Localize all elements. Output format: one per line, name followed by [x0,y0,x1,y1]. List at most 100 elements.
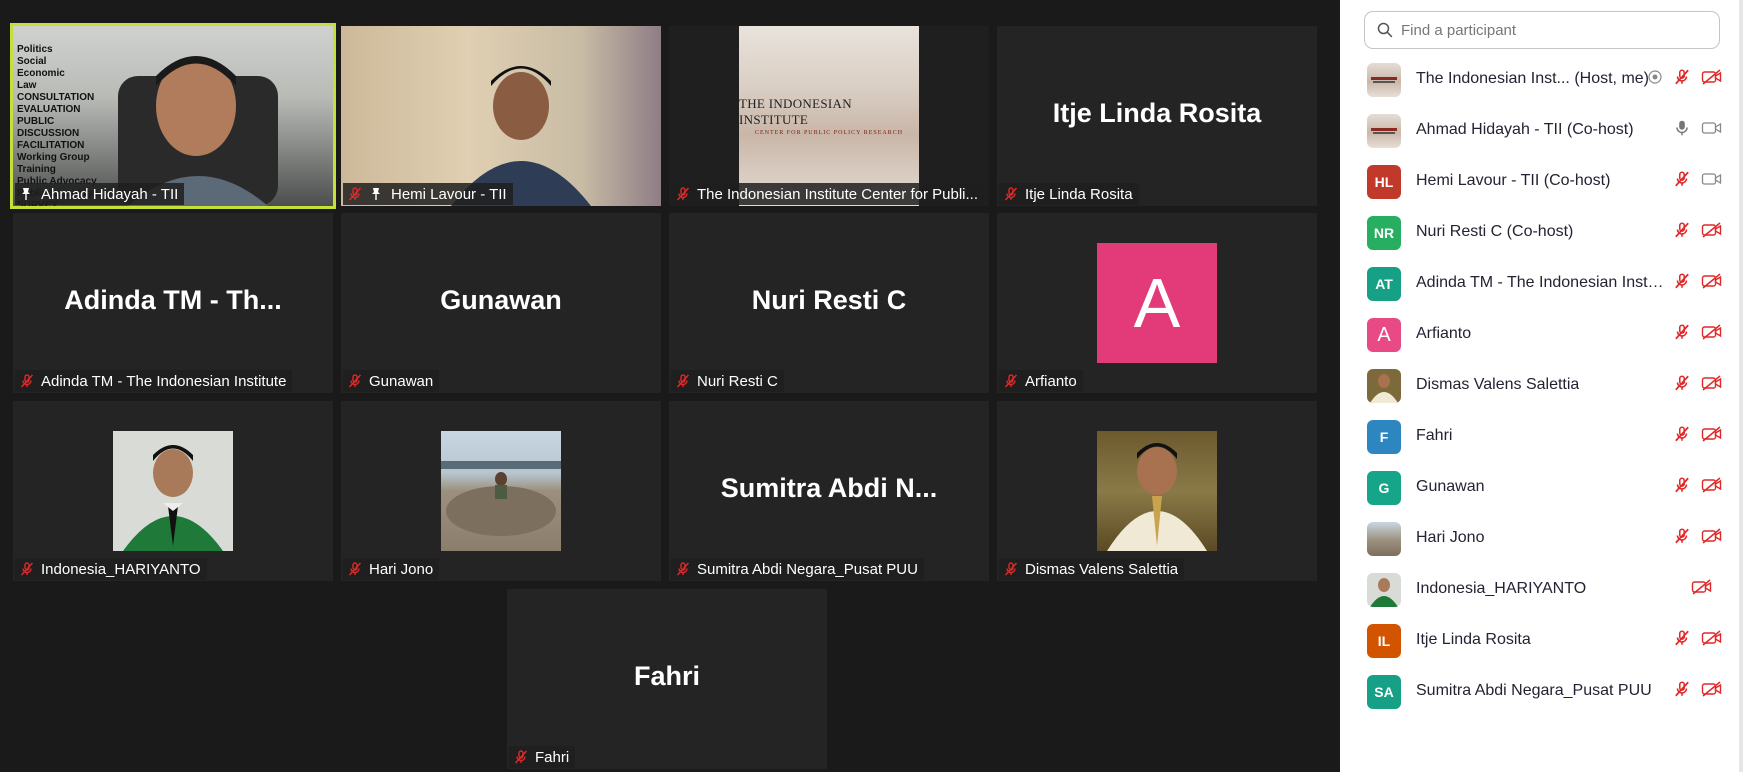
participant-row[interactable]: Indonesia_HARIYANTO [1340,564,1743,615]
participant-avatar: AT [1367,267,1401,301]
mic-muted-icon [1004,562,1018,576]
video-tile[interactable]: Fahri Fahri [507,589,827,769]
mic-toggle[interactable] [1673,119,1691,137]
participant-row[interactable]: SA Sumitra Abdi Negara_Pusat PUU [1340,666,1743,717]
recording-icon [1648,70,1662,84]
mic-toggle[interactable] [1673,425,1691,443]
video-tile[interactable]: THE INDONESIAN INSTITUTE CENTER FOR PUBLI… [669,26,989,206]
participants-panel: The Indonesian Inst... (Host, me) Ahmad H… [1340,0,1743,772]
video-tile[interactable]: Sumitra Abdi N... Sumitra Abdi Negara_Pus… [669,401,989,581]
participant-row[interactable]: The Indonesian Inst... (Host, me) [1340,54,1743,105]
participant-row[interactable]: F Fahri [1340,411,1743,462]
avatar-photo [113,431,233,551]
video-toggle[interactable] [1701,374,1723,392]
tile-name-text: Indonesia_HARIYANTO [41,560,201,578]
mic-toggle[interactable] [1673,323,1691,341]
participant-row[interactable]: NR Nuri Resti C (Co-host) [1340,207,1743,258]
wall-poster-word: Law [17,80,37,91]
participant-row[interactable]: HL Hemi Lavour - TII (Co-host) [1340,156,1743,207]
video-off-icon [1701,528,1722,544]
participant-list: The Indonesian Inst... (Host, me) Ahmad H… [1340,54,1743,717]
mic-toggle[interactable] [1673,629,1691,647]
mic-toggle[interactable] [1673,170,1691,188]
participant-status-icons [1673,374,1723,392]
participant-row[interactable]: AT Adinda TM - The Indonesian Instit... [1340,258,1743,309]
participant-row[interactable]: A Arfianto [1340,309,1743,360]
wall-poster-word: CONSULTATION [17,92,95,103]
video-toggle[interactable] [1701,170,1723,188]
tile-name-label: Sumitra Abdi Negara_Pusat PUU [671,558,924,580]
mic-toggle[interactable] [1673,476,1691,494]
wall-poster-word: EVALUATION [17,104,81,115]
avatar-initials: SA [1374,684,1394,700]
tile-name-text: Arfianto [1025,372,1077,390]
participant-row[interactable]: Dismas Valens Salettia [1340,360,1743,411]
video-off-icon [1701,477,1722,493]
tile-name-label: Hari Jono [343,558,440,580]
video-toggle[interactable] [1701,425,1723,443]
video-tile[interactable]: Dismas Valens Salettia [997,401,1317,581]
institute-logo: THE INDONESIAN INSTITUTE CENTER FOR PUBLI… [739,26,919,206]
video-toggle[interactable] [1701,323,1723,341]
avatar-photo [1097,431,1217,551]
mic-toggle[interactable] [1673,68,1691,86]
video-tile[interactable]: Politics Social Economic Law CONSULTATION EVA… [10,23,336,209]
tile-name-text: Fahri [535,748,570,766]
logo-title: THE INDONESIAN INSTITUTE [739,96,852,127]
mic-muted-icon [1675,273,1689,289]
video-tile[interactable]: Adinda TM - Th... Adinda TM - The Indones… [13,213,333,393]
gallery-view: Politics Social Economic Law CONSULTATION EVA… [0,0,1340,772]
participant-name: Ahmad Hidayah - TII (Co-host) [1416,121,1634,138]
participant-name: Hemi Lavour - TII (Co-host) [1416,172,1611,189]
search-input[interactable] [1401,21,1701,39]
video-tile[interactable]: A Arfianto [997,213,1317,393]
avatar-initials: IL [1377,633,1391,649]
video-tile[interactable]: Gunawan Gunawan [341,213,661,393]
tile-name-label: Itje Linda Rosita [999,183,1139,205]
participant-video [341,26,661,206]
video-off-icon [1691,579,1712,595]
video-on-icon [1701,122,1722,134]
video-toggle[interactable] [1701,68,1723,86]
video-toggle[interactable] [1701,476,1723,494]
mic-toggle[interactable] [1673,527,1691,545]
video-off-icon [1701,222,1722,238]
video-toggle[interactable] [1701,221,1723,239]
tile-name-text: Sumitra Abdi Negara_Pusat PUU [697,560,918,578]
mic-toggle[interactable] [1673,221,1691,239]
video-toggle[interactable] [1701,629,1723,647]
video-tile[interactable]: Indonesia_HARIYANTO [13,401,333,581]
participant-row[interactable]: Hari Jono [1340,513,1743,564]
participant-row[interactable]: IL Itje Linda Rosita [1340,615,1743,666]
participant-search-box[interactable] [1364,11,1720,49]
video-tile[interactable]: Hari Jono [341,401,661,581]
video-toggle[interactable] [1701,680,1723,698]
video-tile[interactable]: Nuri Resti C Nuri Resti C [669,213,989,393]
wall-poster-word: FACILITATION [17,140,85,151]
video-tile[interactable]: Itje Linda Rosita Itje Linda Rosita [997,26,1317,206]
participant-avatar: SA [1367,675,1401,709]
mic-muted-icon [348,562,362,576]
mic-on-icon [1676,120,1688,136]
participant-avatar: HL [1367,165,1401,199]
video-toggle[interactable] [1701,527,1723,545]
participant-row[interactable]: G Gunawan [1340,462,1743,513]
tile-name-text: Ahmad Hidayah - TII [41,185,179,203]
participant-video: THE INDONESIAN INSTITUTE CENTER FOR PUBLI… [669,26,989,206]
mic-muted-icon [514,750,528,764]
avatar-initials: F [1379,429,1389,445]
video-toggle[interactable] [1701,272,1723,290]
tile-name-label: Fahri [509,746,576,768]
participant-avatar: NR [1367,216,1401,250]
mic-toggle[interactable] [1673,374,1691,392]
video-toggle[interactable] [1701,119,1723,137]
mic-toggle[interactable] [1673,272,1691,290]
video-tile[interactable]: Hemi Lavour - TII [341,26,661,206]
mic-muted-icon [676,562,690,576]
participant-row[interactable]: Ahmad Hidayah - TII (Co-host) [1340,105,1743,156]
video-toggle[interactable] [1691,578,1713,596]
panel-scrollbar[interactable] [1739,0,1743,772]
mic-toggle[interactable] [1673,680,1691,698]
logo-subtitle: CENTER FOR PUBLIC POLICY RESEARCH [754,130,904,136]
avatar-initials: AT [1375,276,1393,292]
